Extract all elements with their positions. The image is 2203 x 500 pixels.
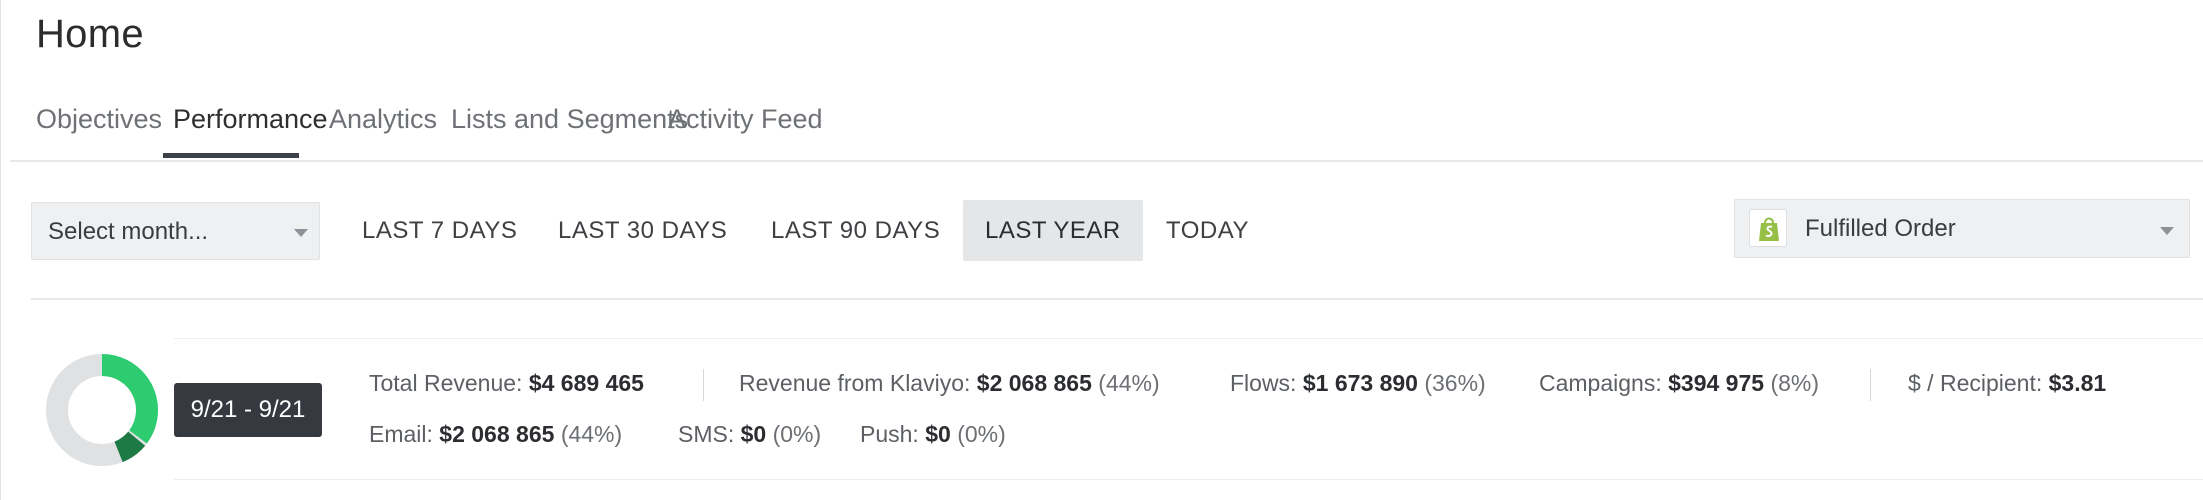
stat-label: $ / Recipient:: [1908, 370, 2043, 396]
tab-objectives[interactable]: Objectives: [36, 104, 162, 135]
tab-analytics[interactable]: Analytics: [329, 104, 437, 135]
stat-label: Flows:: [1230, 370, 1297, 396]
stat-percent: (8%): [1770, 370, 1820, 396]
stat-value: $394 975: [1668, 370, 1765, 396]
left-border: [0, 0, 1, 500]
tab-performance[interactable]: Performance: [173, 104, 328, 135]
stat-push: Push: $0 (0%): [860, 421, 1006, 448]
donut-campaigns-segment[interactable]: [114, 431, 146, 463]
stat-campaigns: Campaigns: $394 975 (8%): [1539, 370, 1819, 397]
stat-percent: (44%): [560, 421, 623, 447]
month-select-value: Select month...: [48, 218, 209, 245]
stat-total-revenue: Total Revenue: $4 689 465: [369, 370, 644, 397]
stat-value: $2 068 865: [976, 370, 1092, 396]
page-title: Home: [36, 12, 144, 56]
stat-dollars-per-recipient: $ / Recipient: $3.81: [1908, 370, 2106, 397]
donut-flows-segment[interactable]: [101, 354, 158, 444]
tab-bar: Objectives Performance Analytics Lists a…: [10, 92, 2203, 162]
date-range-tooltip: 9/21 - 9/21: [174, 383, 322, 437]
range-last-year-button[interactable]: LAST YEAR: [963, 200, 1143, 261]
stat-separator: [1870, 369, 1871, 401]
range-last-7-days-button[interactable]: LAST 7 DAYS: [340, 200, 539, 261]
revenue-donut-chart[interactable]: [44, 352, 160, 468]
stat-label: Push:: [860, 421, 919, 447]
month-select[interactable]: Select month...: [31, 202, 320, 260]
stat-percent: (44%): [1098, 370, 1160, 396]
range-today-button[interactable]: TODAY: [1144, 200, 1271, 261]
stat-label: Revenue from Klaviyo:: [739, 370, 971, 396]
stat-value: $0: [925, 421, 951, 447]
shopify-bag-icon: [1749, 209, 1787, 247]
stat-label: Campaigns:: [1539, 370, 1662, 396]
tab-lists-and-segments[interactable]: Lists and Segments: [451, 104, 688, 135]
chevron-down-icon: [2160, 227, 2174, 235]
tab-activity-feed[interactable]: Activity Feed: [668, 104, 823, 135]
active-tab-indicator: [163, 153, 299, 158]
filters-divider: [31, 298, 2203, 300]
tabs-divider: [10, 160, 2203, 162]
metric-select-value: Fulfilled Order: [1805, 215, 1956, 242]
stat-separator: [703, 369, 704, 401]
stat-sms: SMS: $0 (0%): [678, 421, 821, 448]
klaviyo-home-page: Home Objectives Performance Analytics Li…: [0, 0, 2203, 500]
range-last-30-days-button[interactable]: LAST 30 DAYS: [536, 200, 749, 261]
summary-bottom-border: [174, 479, 2203, 480]
stat-value: $2 068 865: [439, 421, 555, 447]
stat-value: $3.81: [2048, 370, 2107, 396]
stat-email: Email: $2 068 865 (44%): [369, 421, 622, 448]
stat-label: Total Revenue:: [369, 370, 523, 396]
stat-value: $4 689 465: [528, 370, 644, 396]
stat-percent: (0%): [957, 421, 1006, 447]
stat-value: $0: [740, 421, 767, 447]
stat-label: SMS:: [678, 421, 735, 447]
summary-top-border: [174, 338, 2203, 339]
stat-flows: Flows: $1 673 890 (36%): [1230, 370, 1486, 397]
metric-select[interactable]: Fulfilled Order: [1734, 199, 2190, 258]
stat-percent: (36%): [1424, 370, 1486, 396]
chevron-down-icon: [294, 229, 308, 237]
stat-percent: (0%): [772, 421, 822, 447]
range-last-90-days-button[interactable]: LAST 90 DAYS: [749, 200, 962, 261]
stat-value: $1 673 890: [1302, 370, 1418, 396]
stat-label: Email:: [369, 421, 433, 447]
stat-revenue-from-klaviyo: Revenue from Klaviyo: $2 068 865 (44%): [739, 370, 1160, 397]
